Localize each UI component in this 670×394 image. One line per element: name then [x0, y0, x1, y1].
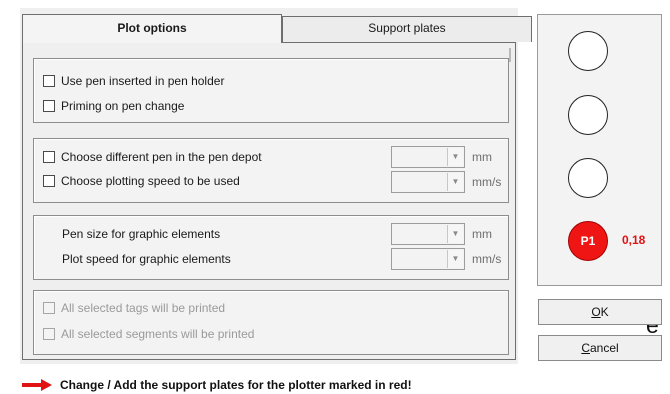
pen-size-value: 0,18 [622, 233, 646, 247]
choose-different-pen-option[interactable]: Choose different pen in the pen depot [43, 149, 262, 165]
graphic-plot-speed-unit: mm/s [472, 252, 502, 266]
priming-option[interactable]: Priming on pen change [43, 98, 184, 114]
selected-segments-checkbox [43, 328, 55, 340]
tab-scroll-indicator [509, 48, 511, 62]
pen-size-combo[interactable]: ▼ [391, 223, 465, 245]
graphic-plot-speed-row: Plot speed for graphic elements [43, 251, 231, 267]
status-message-text: Change / Add the support plates for the … [60, 378, 412, 392]
choose-plot-speed-option[interactable]: Choose plotting speed to be used [43, 173, 240, 189]
chevron-down-icon[interactable]: ▼ [447, 225, 463, 243]
priming-label: Priming on pen change [61, 99, 185, 113]
pen-size-label: Pen size for graphic elements [62, 227, 221, 241]
use-pen-holder-option[interactable]: Use pen inserted in pen holder [43, 73, 224, 89]
pen-depot-combo[interactable]: ▼ [391, 146, 465, 168]
chevron-down-icon[interactable]: ▼ [447, 173, 463, 191]
selected-tags-label: All selected tags will be printed [61, 301, 226, 315]
status-message: Change / Add the support plates for the … [22, 378, 412, 392]
pen-holder-group: Use pen inserted in pen holder Priming o… [33, 58, 509, 123]
cancel-accelerator: C [581, 341, 590, 355]
choose-different-pen-checkbox[interactable] [43, 151, 55, 163]
arrow-right-icon [22, 379, 52, 391]
choose-different-pen-label: Choose different pen in the pen depot [61, 150, 262, 164]
selected-tags-checkbox [43, 302, 55, 314]
graphic-elements-group: Pen size for graphic elements ▼ mm Plot … [33, 215, 509, 280]
tab-plot-options[interactable]: Plot options [22, 14, 282, 43]
pen-slot[interactable] [568, 31, 608, 71]
priming-checkbox[interactable] [43, 100, 55, 112]
plot-options-dialog: Plot options Support plates Use pen inse… [20, 8, 532, 364]
print-selection-group: All selected tags will be printed All se… [33, 290, 509, 355]
pen-depot-unit: mm [472, 150, 492, 164]
pen-slot[interactable] [568, 158, 608, 198]
selected-tags-option: All selected tags will be printed [43, 300, 225, 316]
selected-segments-option: All selected segments will be printed [43, 326, 254, 342]
pen-slot[interactable] [568, 95, 608, 135]
ok-label-rest: K [600, 305, 609, 319]
selected-segments-label: All selected segments will be printed [61, 327, 255, 341]
use-pen-holder-checkbox[interactable] [43, 75, 55, 87]
tab-support-plates[interactable]: Support plates [282, 16, 532, 42]
ok-accelerator: O [591, 305, 601, 319]
ok-button[interactable]: OK [538, 299, 662, 325]
plot-speed-unit: mm/s [472, 175, 502, 189]
choose-plot-speed-checkbox[interactable] [43, 175, 55, 187]
graphic-plot-speed-label: Plot speed for graphic elements [62, 252, 231, 266]
pen-size-row: Pen size for graphic elements [43, 226, 220, 242]
graphic-plot-speed-combo[interactable]: ▼ [391, 248, 465, 270]
cancel-label-rest: ancel [589, 341, 619, 355]
choose-plot-speed-label: Choose plotting speed to be used [61, 174, 240, 188]
pen-slot-panel: P1 0,18 [537, 14, 662, 286]
plot-speed-combo[interactable]: ▼ [391, 171, 465, 193]
pen-size-unit: mm [472, 227, 492, 241]
chevron-down-icon[interactable]: ▼ [447, 148, 463, 166]
chevron-down-icon[interactable]: ▼ [447, 250, 463, 268]
pen-depot-group: Choose different pen in the pen depot ▼ … [33, 138, 509, 203]
pen-slot-active[interactable]: P1 [568, 221, 608, 261]
use-pen-holder-label: Use pen inserted in pen holder [61, 74, 225, 88]
cancel-button[interactable]: Cancel [538, 335, 662, 361]
